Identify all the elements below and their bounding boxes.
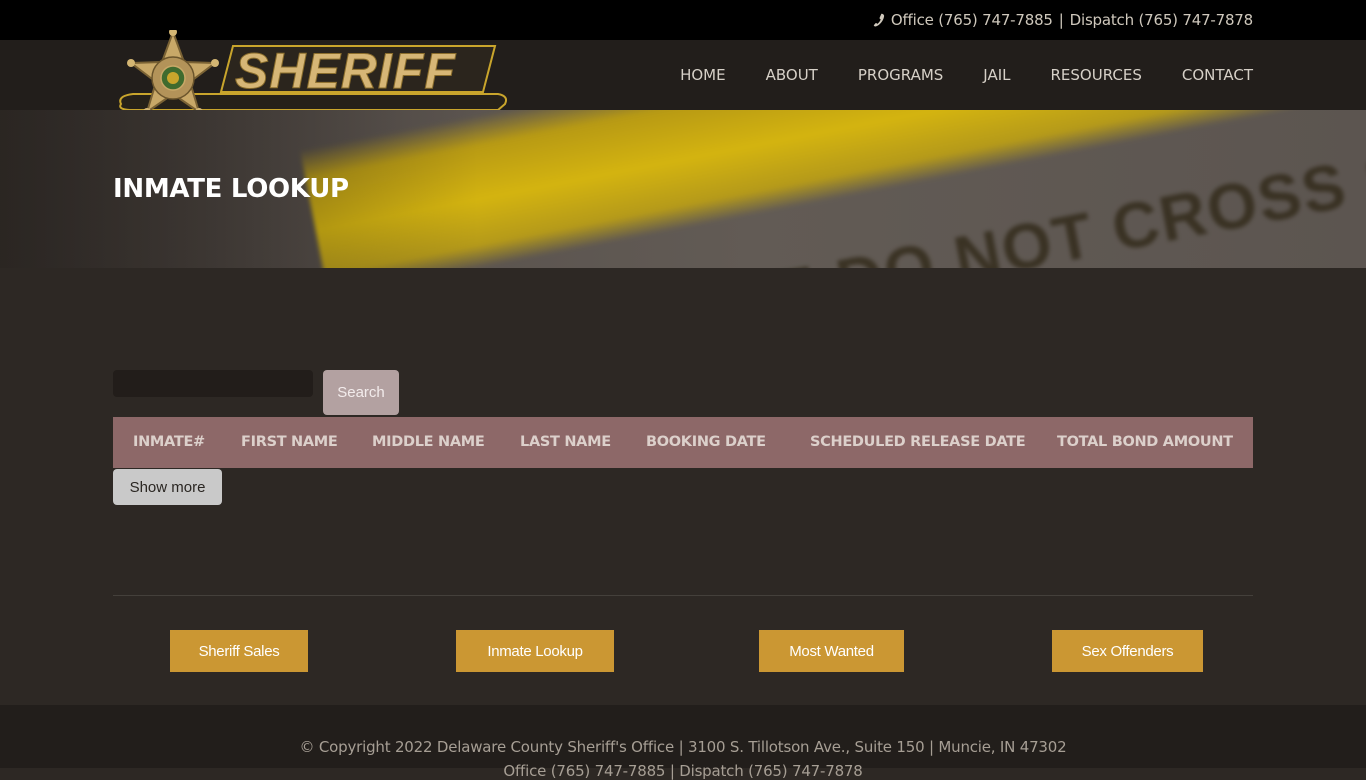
inmate-table-header: INMATE# FIRST NAME MIDDLE NAME LAST NAME…	[113, 417, 1253, 468]
column-header-last-name[interactable]: LAST NAME	[520, 434, 611, 450]
column-header-scheduled-release-date[interactable]: SCHEDULED RELEASE DATE	[810, 434, 1026, 450]
nav-contact[interactable]: CONTACT	[1182, 66, 1253, 84]
footer-contact: Office (765) 747-7885 | Dispatch (765) 7…	[503, 762, 863, 780]
sex-offenders-button[interactable]: Sex Offenders	[1052, 630, 1203, 672]
column-header-first-name[interactable]: FIRST NAME	[241, 434, 338, 450]
page-title: INMATE LOOKUP	[113, 174, 349, 204]
most-wanted-button[interactable]: Most Wanted	[759, 630, 904, 672]
office-phone[interactable]: Office (765) 747-7885	[891, 11, 1053, 29]
main-nav: HOME ABOUT PROGRAMS JAIL RESOURCES CONTA…	[680, 40, 1253, 110]
separator: |	[1058, 11, 1064, 29]
search-input[interactable]	[113, 370, 313, 397]
quick-links: Sheriff Sales Inmate Lookup Most Wanted …	[113, 596, 1253, 706]
footer-copyright: © Copyright 2022 Delaware County Sheriff…	[299, 738, 1067, 756]
search-form: Search	[113, 268, 1253, 415]
sheriff-logo[interactable]: SHERIFF	[113, 30, 508, 122]
inmate-lookup-button[interactable]: Inmate Lookup	[456, 630, 614, 672]
column-header-middle-name[interactable]: MIDDLE NAME	[372, 434, 485, 450]
main-content: Search INMATE# FIRST NAME MIDDLE NAME LA…	[0, 268, 1366, 706]
search-button[interactable]: Search	[323, 370, 399, 415]
nav-home[interactable]: HOME	[680, 66, 726, 84]
phone-icon	[873, 13, 884, 27]
site-footer: © Copyright 2022 Delaware County Sheriff…	[0, 705, 1366, 780]
column-header-inmate-number[interactable]: INMATE#	[133, 434, 205, 450]
sheriff-sales-button[interactable]: Sheriff Sales	[170, 630, 308, 672]
page-banner: LINE DO NOT CROSS SHERIFF LINE D INMATE …	[0, 110, 1366, 268]
nav-about[interactable]: ABOUT	[766, 66, 818, 84]
dispatch-phone[interactable]: Dispatch (765) 747-7878	[1070, 11, 1254, 29]
nav-programs[interactable]: PROGRAMS	[858, 66, 943, 84]
logo-wordmark: SHERIFF	[235, 43, 456, 99]
show-more-button[interactable]: Show more	[113, 469, 222, 505]
column-header-booking-date[interactable]: BOOKING DATE	[646, 434, 766, 450]
nav-resources[interactable]: RESOURCES	[1051, 66, 1142, 84]
column-header-total-bond-amount[interactable]: TOTAL BOND AMOUNT	[1057, 434, 1233, 450]
nav-jail[interactable]: JAIL	[983, 66, 1010, 84]
site-header: SHERIFF HOME ABOUT PROGRAMS JAIL RESOURC…	[0, 30, 1366, 116]
